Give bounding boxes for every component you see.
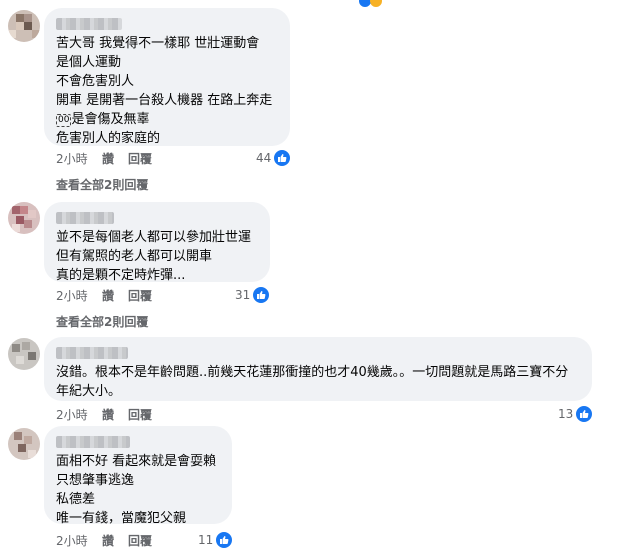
reaction-count[interactable]: 11: [198, 531, 234, 549]
reaction-count[interactable]: 31: [235, 286, 271, 304]
reaction-number: 44: [256, 151, 272, 165]
reaction-count[interactable]: 44: [256, 149, 292, 167]
top-reaction-icons: [358, 0, 398, 13]
comment-actions: 2小時 讚 回覆: [56, 406, 152, 423]
reaction-number: 31: [235, 288, 251, 302]
comment-bubble: 苦大哥 我覺得不一樣耶 世壯運動會 是個人運動 不會危害別人 開車 是開著一台殺…: [44, 8, 290, 146]
comment-text: 沒錯。根本不是年齡問題..前幾天花蓮那衝撞的也才40幾歲。。一切問題就是馬路三寶…: [56, 365, 569, 399]
commenter-name[interactable]: [56, 212, 114, 224]
avatar[interactable]: [8, 202, 40, 234]
comment-line: 危害別人的家庭的: [56, 131, 161, 146]
comment-time[interactable]: 2小時: [56, 406, 102, 423]
reaction-icon: [359, 0, 382, 7]
comment-bubble: 沒錯。根本不是年齡問題..前幾天花蓮那衝撞的也才40幾歲。。一切問題就是馬路三寶…: [44, 337, 592, 401]
reaction-number: 13: [558, 407, 574, 421]
reply-button[interactable]: 回覆: [128, 406, 152, 423]
like-button[interactable]: 讚: [102, 406, 128, 423]
comment-line-text: 是會傷及無辜: [71, 112, 150, 127]
comment-time[interactable]: 2小時: [56, 532, 102, 549]
comment-line: 但有駕照的老人都可以開車: [56, 249, 213, 264]
avatar[interactable]: [8, 338, 40, 370]
reply-button[interactable]: 回覆: [128, 287, 152, 304]
comment-line: 面相不好 看起來就是會耍賴: [56, 454, 217, 469]
view-replies-link[interactable]: 查看全部2則回覆: [56, 313, 148, 330]
boxed-number: 00: [56, 114, 72, 127]
comment-line: 開車 是開著一台殺人機器 在路上奔走: [56, 93, 273, 108]
commenter-name[interactable]: [56, 436, 130, 448]
comment-line: 唯一有錢，當魔犯父親: [56, 511, 187, 526]
reaction-number: 11: [198, 533, 214, 547]
commenter-name[interactable]: [56, 18, 122, 30]
comment-line: 私德差: [56, 492, 96, 507]
comment-actions: 2小時 讚 回覆: [56, 532, 152, 549]
commenter-name[interactable]: [56, 347, 128, 359]
reply-button[interactable]: 回覆: [128, 150, 152, 167]
reaction-count[interactable]: 13: [558, 405, 594, 423]
comment-line: 苦大哥 我覺得不一樣耶 世壯運動會: [56, 36, 260, 51]
like-button[interactable]: 讚: [102, 532, 128, 549]
reply-button[interactable]: 回覆: [128, 532, 152, 549]
comment-line: 是個人運動: [56, 55, 122, 70]
comment-bubble: 面相不好 看起來就是會耍賴 只想肇事逃逸 私德差 唯一有錢，當魔犯父親: [44, 426, 232, 526]
comment-line: 不會危害別人: [56, 74, 135, 89]
comment-line: 真的是顆不定時炸彈...: [56, 268, 186, 283]
like-icon: [273, 149, 292, 167]
avatar[interactable]: [8, 10, 40, 42]
comment-actions: 2小時 讚 回覆: [56, 287, 152, 304]
like-icon: [575, 405, 594, 423]
like-button[interactable]: 讚: [102, 150, 128, 167]
view-replies-link[interactable]: 查看全部2則回覆: [56, 176, 148, 193]
comment-line: 00 是會傷及無辜: [56, 110, 278, 129]
like-button[interactable]: 讚: [102, 287, 128, 304]
comment-time[interactable]: 2小時: [56, 150, 102, 167]
comment-line: 只想肇事逃逸: [56, 473, 135, 488]
like-icon: [252, 286, 271, 304]
like-icon: [215, 531, 234, 549]
comment-line: 並不是每個老人都可以參加壯世運: [56, 230, 252, 245]
comment-time[interactable]: 2小時: [56, 287, 102, 304]
avatar[interactable]: [8, 428, 40, 460]
comment-actions: 2小時 讚 回覆: [56, 150, 152, 167]
comment-bubble: 並不是每個老人都可以參加壯世運 但有駕照的老人都可以開車 真的是顆不定時炸彈..…: [44, 202, 270, 283]
